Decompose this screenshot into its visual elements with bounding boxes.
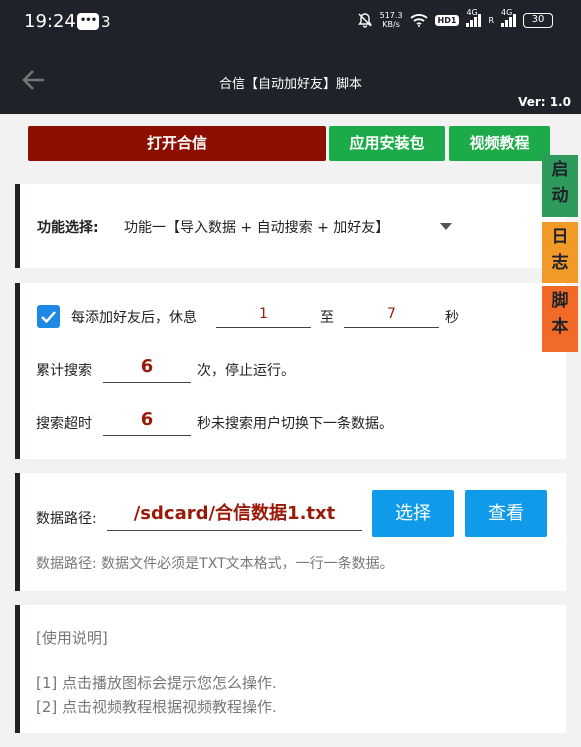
script-tab-char-1: 脚 [551,291,569,311]
video-tutorial-button[interactable]: 视频教程 [449,126,550,161]
timeout-input[interactable]: 6 [103,408,191,436]
rest-unit-label: 秒 [445,310,459,326]
timeout-prefix-label: 搜索超时 [36,416,92,432]
settings-card: 每添加好友后，休息 1 至 7 秒 累计搜索 6 次，停止运行。 搜索超时 6 … [15,283,566,459]
mute-bell-icon [357,13,372,28]
function-label: 功能选择: [37,220,99,236]
instructions-title: [使用说明] [36,629,108,647]
signal-icon-1: 4G [466,8,482,27]
net-speed: 517.3 KB/s [380,11,403,29]
choose-file-button[interactable]: 选择 [372,490,454,537]
instructions-line-2: [2] 点击视频教程根据视频教程操作. [36,698,277,716]
rest-checkbox[interactable] [37,305,60,328]
rest-min-input[interactable]: 1 [216,303,311,328]
status-time: 19:24 [24,11,76,32]
signal-2-label: 4G [501,8,513,17]
signal-icon-2: 4G [501,8,516,27]
chevron-down-icon[interactable] [440,223,452,230]
data-path-label: 数据路径: [36,511,97,527]
data-path-card: 数据路径: /sdcard/合信数据1.txt 选择 查看 数据路径: 数据文件… [15,473,566,591]
start-tab-char-1: 启 [551,160,569,180]
function-dropdown-value[interactable]: 功能一【导入数据 + 自动搜索 + 加好友】 [124,217,389,237]
data-path-input[interactable]: /sdcard/合信数据1.txt [107,501,362,531]
page-title: 合信【自动加好友】脚本 [218,77,362,92]
status-icons: 517.3 KB/s HD1 4G R 4G 30 [357,8,553,29]
instructions-line-1: [1] 点击播放图标会提示您怎么操作. [36,674,277,692]
status-bar: 19:24 ••• 3 517.3 KB/s HD1 4G R 4G 30 [0,0,581,46]
search-count-input[interactable]: 6 [103,355,191,383]
view-file-button[interactable]: 查看 [465,490,547,537]
open-app-button[interactable]: 打开合信 [28,126,326,161]
main-content: 打开合信 应用安装包 视频教程 功能选择: 功能一【导入数据 + 自动搜索 + … [0,114,581,747]
chat-notification-icon: ••• [77,13,99,30]
search-suffix-label: 次，停止运行。 [197,363,295,379]
script-tab-char-2: 本 [551,317,569,337]
function-select-card: 功能选择: 功能一【导入数据 + 自动搜索 + 加好友】 [15,184,566,268]
log-tab[interactable]: 日 志 [542,222,578,283]
start-tab-char-2: 动 [551,186,569,206]
app-bar: 合信【自动加好友】脚本 Ver: 1.0 [0,46,581,114]
timeout-suffix-label: 秒未搜索用户切换下一条数据。 [197,416,393,432]
log-tab-char-1: 日 [551,227,569,247]
rest-to-label: 至 [320,310,334,326]
data-path-hint: 数据路径: 数据文件必须是TXT文本格式，一行一条数据。 [36,556,394,572]
search-prefix-label: 累计搜索 [36,363,92,379]
battery-icon: 30 [523,12,553,28]
wifi-icon [409,14,428,27]
version-label: Ver: 1.0 [518,95,571,109]
log-tab-char-2: 志 [551,253,569,273]
chat-notification-count: 3 [101,13,111,31]
roaming-label: R [488,15,494,25]
install-package-button[interactable]: 应用安装包 [329,126,445,161]
signal-1-label: 4G [466,8,478,17]
checkmark-icon [41,311,56,324]
rest-prefix-label: 每添加好友后，休息 [71,310,197,326]
instructions-card: [使用说明] [1] 点击播放图标会提示您怎么操作. [2] 点击视频教程根据视… [15,605,566,733]
script-tab[interactable]: 脚 本 [542,286,578,352]
start-tab[interactable]: 启 动 [542,155,578,217]
rest-max-input[interactable]: 7 [344,303,439,328]
net-speed-unit: KB/s [382,20,400,29]
net-speed-value: 517.3 [379,11,403,20]
hd-badge: HD1 [434,14,460,26]
